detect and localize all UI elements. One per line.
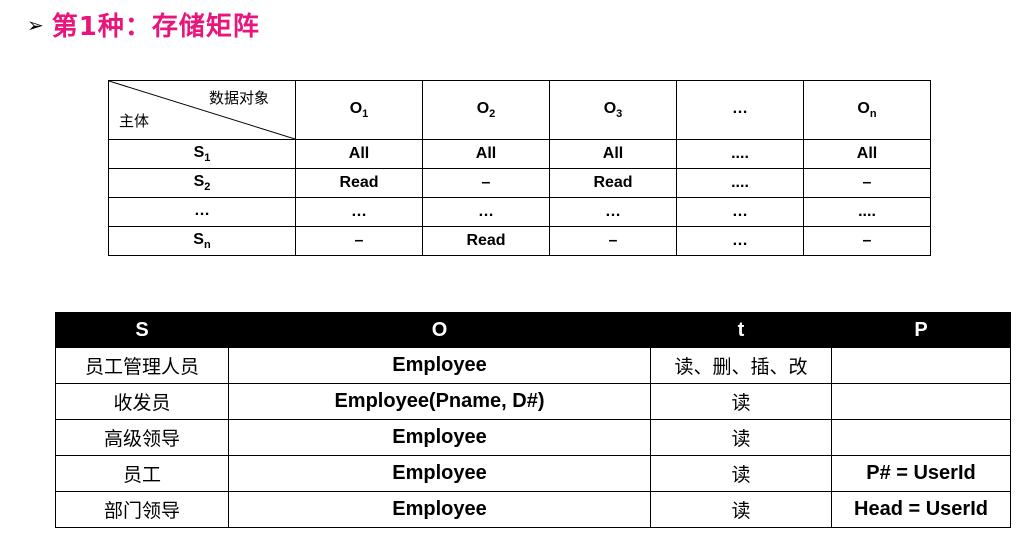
- matrix-cell: ....: [803, 197, 931, 227]
- matrix-row-subject: S1: [108, 139, 296, 169]
- permission-subject: 员工: [55, 455, 229, 492]
- subject-axis-label: 主体: [119, 112, 150, 130]
- permission-type: 读: [650, 419, 832, 456]
- permission-subject: 部门领导: [55, 491, 229, 528]
- permission-row: 员工 Employee 读 P# = UserId: [55, 455, 1011, 492]
- matrix-row: … … … … … ....: [108, 197, 931, 227]
- matrix-cell: –: [549, 226, 677, 256]
- permission-header-p: P: [831, 312, 1011, 348]
- matrix-cell: –: [803, 226, 931, 256]
- permission-type: 读: [650, 491, 832, 528]
- permission-type: 读、删、插、改: [650, 347, 832, 384]
- matrix-cell: …: [676, 226, 804, 256]
- matrix-cell: Read: [549, 168, 677, 198]
- matrix-row: Sn – Read – … –: [108, 226, 931, 256]
- matrix-cell: Read: [295, 168, 423, 198]
- object-axis-label: 数据对象: [208, 89, 269, 107]
- permission-subject: 员工管理人员: [55, 347, 229, 384]
- matrix-cell: ....: [676, 168, 804, 198]
- matrix-cell: …: [422, 197, 550, 227]
- matrix-cell: All: [422, 139, 550, 169]
- matrix-cell: ....: [676, 139, 804, 169]
- permission-header-o: O: [228, 312, 651, 348]
- matrix-cell: –: [422, 168, 550, 198]
- permission-type: 读: [650, 455, 832, 492]
- matrix-cell: All: [549, 139, 677, 169]
- matrix-cell: All: [295, 139, 423, 169]
- matrix-row-subject: S2: [108, 168, 296, 198]
- slide-title: 第1种：存储矩阵: [51, 12, 260, 42]
- permission-type: 读: [650, 383, 832, 420]
- permission-object: Employee: [228, 347, 651, 384]
- permission-header-s: S: [55, 312, 229, 348]
- permission-table: S O t P 员工管理人员 Employee 读、删、插、改 收发员 Empl…: [55, 312, 1011, 528]
- matrix-cell: –: [803, 168, 931, 198]
- matrix-cell: …: [549, 197, 677, 227]
- matrix-column-header: O3: [549, 80, 677, 140]
- slide-heading: ➢ 第1种：存储矩阵: [27, 6, 260, 43]
- matrix-cell: …: [676, 197, 804, 227]
- permission-predicate: [831, 419, 1011, 456]
- matrix-cell: All: [803, 139, 931, 169]
- bullet-arrow-icon: ➢: [27, 12, 44, 37]
- matrix-row-subject: …: [108, 197, 296, 227]
- permission-predicate: [831, 383, 1011, 420]
- permission-header-row: S O t P: [55, 312, 1011, 348]
- matrix-header-row: 数据对象 主体 O1 O2 O3 … On: [108, 80, 931, 140]
- permission-subject: 高级领导: [55, 419, 229, 456]
- matrix-cell: Read: [422, 226, 550, 256]
- permission-subject: 收发员: [55, 383, 229, 420]
- matrix-column-header: On: [803, 80, 931, 140]
- permission-predicate: [831, 347, 1011, 384]
- matrix-row-subject: Sn: [108, 226, 296, 256]
- access-matrix-table: 数据对象 主体 O1 O2 O3 … On S1 All All All ...…: [108, 80, 931, 256]
- permission-object: Employee: [228, 455, 651, 492]
- matrix-column-header: O1: [295, 80, 423, 140]
- matrix-row: S1 All All All .... All: [108, 139, 931, 169]
- permission-object: Employee: [228, 491, 651, 528]
- permission-row: 部门领导 Employee 读 Head = UserId: [55, 491, 1011, 528]
- permission-row: 员工管理人员 Employee 读、删、插、改: [55, 347, 1011, 384]
- permission-header-t: t: [650, 312, 832, 348]
- permission-row: 收发员 Employee(Pname, D#) 读: [55, 383, 1011, 420]
- permission-predicate: P# = UserId: [831, 455, 1011, 492]
- matrix-column-header: …: [676, 80, 804, 140]
- matrix-corner-cell: 数据对象 主体: [108, 80, 296, 140]
- matrix-cell: …: [295, 197, 423, 227]
- matrix-column-header: O2: [422, 80, 550, 140]
- matrix-cell: –: [295, 226, 423, 256]
- permission-row: 高级领导 Employee 读: [55, 419, 1011, 456]
- matrix-row: S2 Read – Read .... –: [108, 168, 931, 198]
- permission-object: Employee: [228, 419, 651, 456]
- permission-object: Employee(Pname, D#): [228, 383, 651, 420]
- permission-predicate: Head = UserId: [831, 491, 1011, 528]
